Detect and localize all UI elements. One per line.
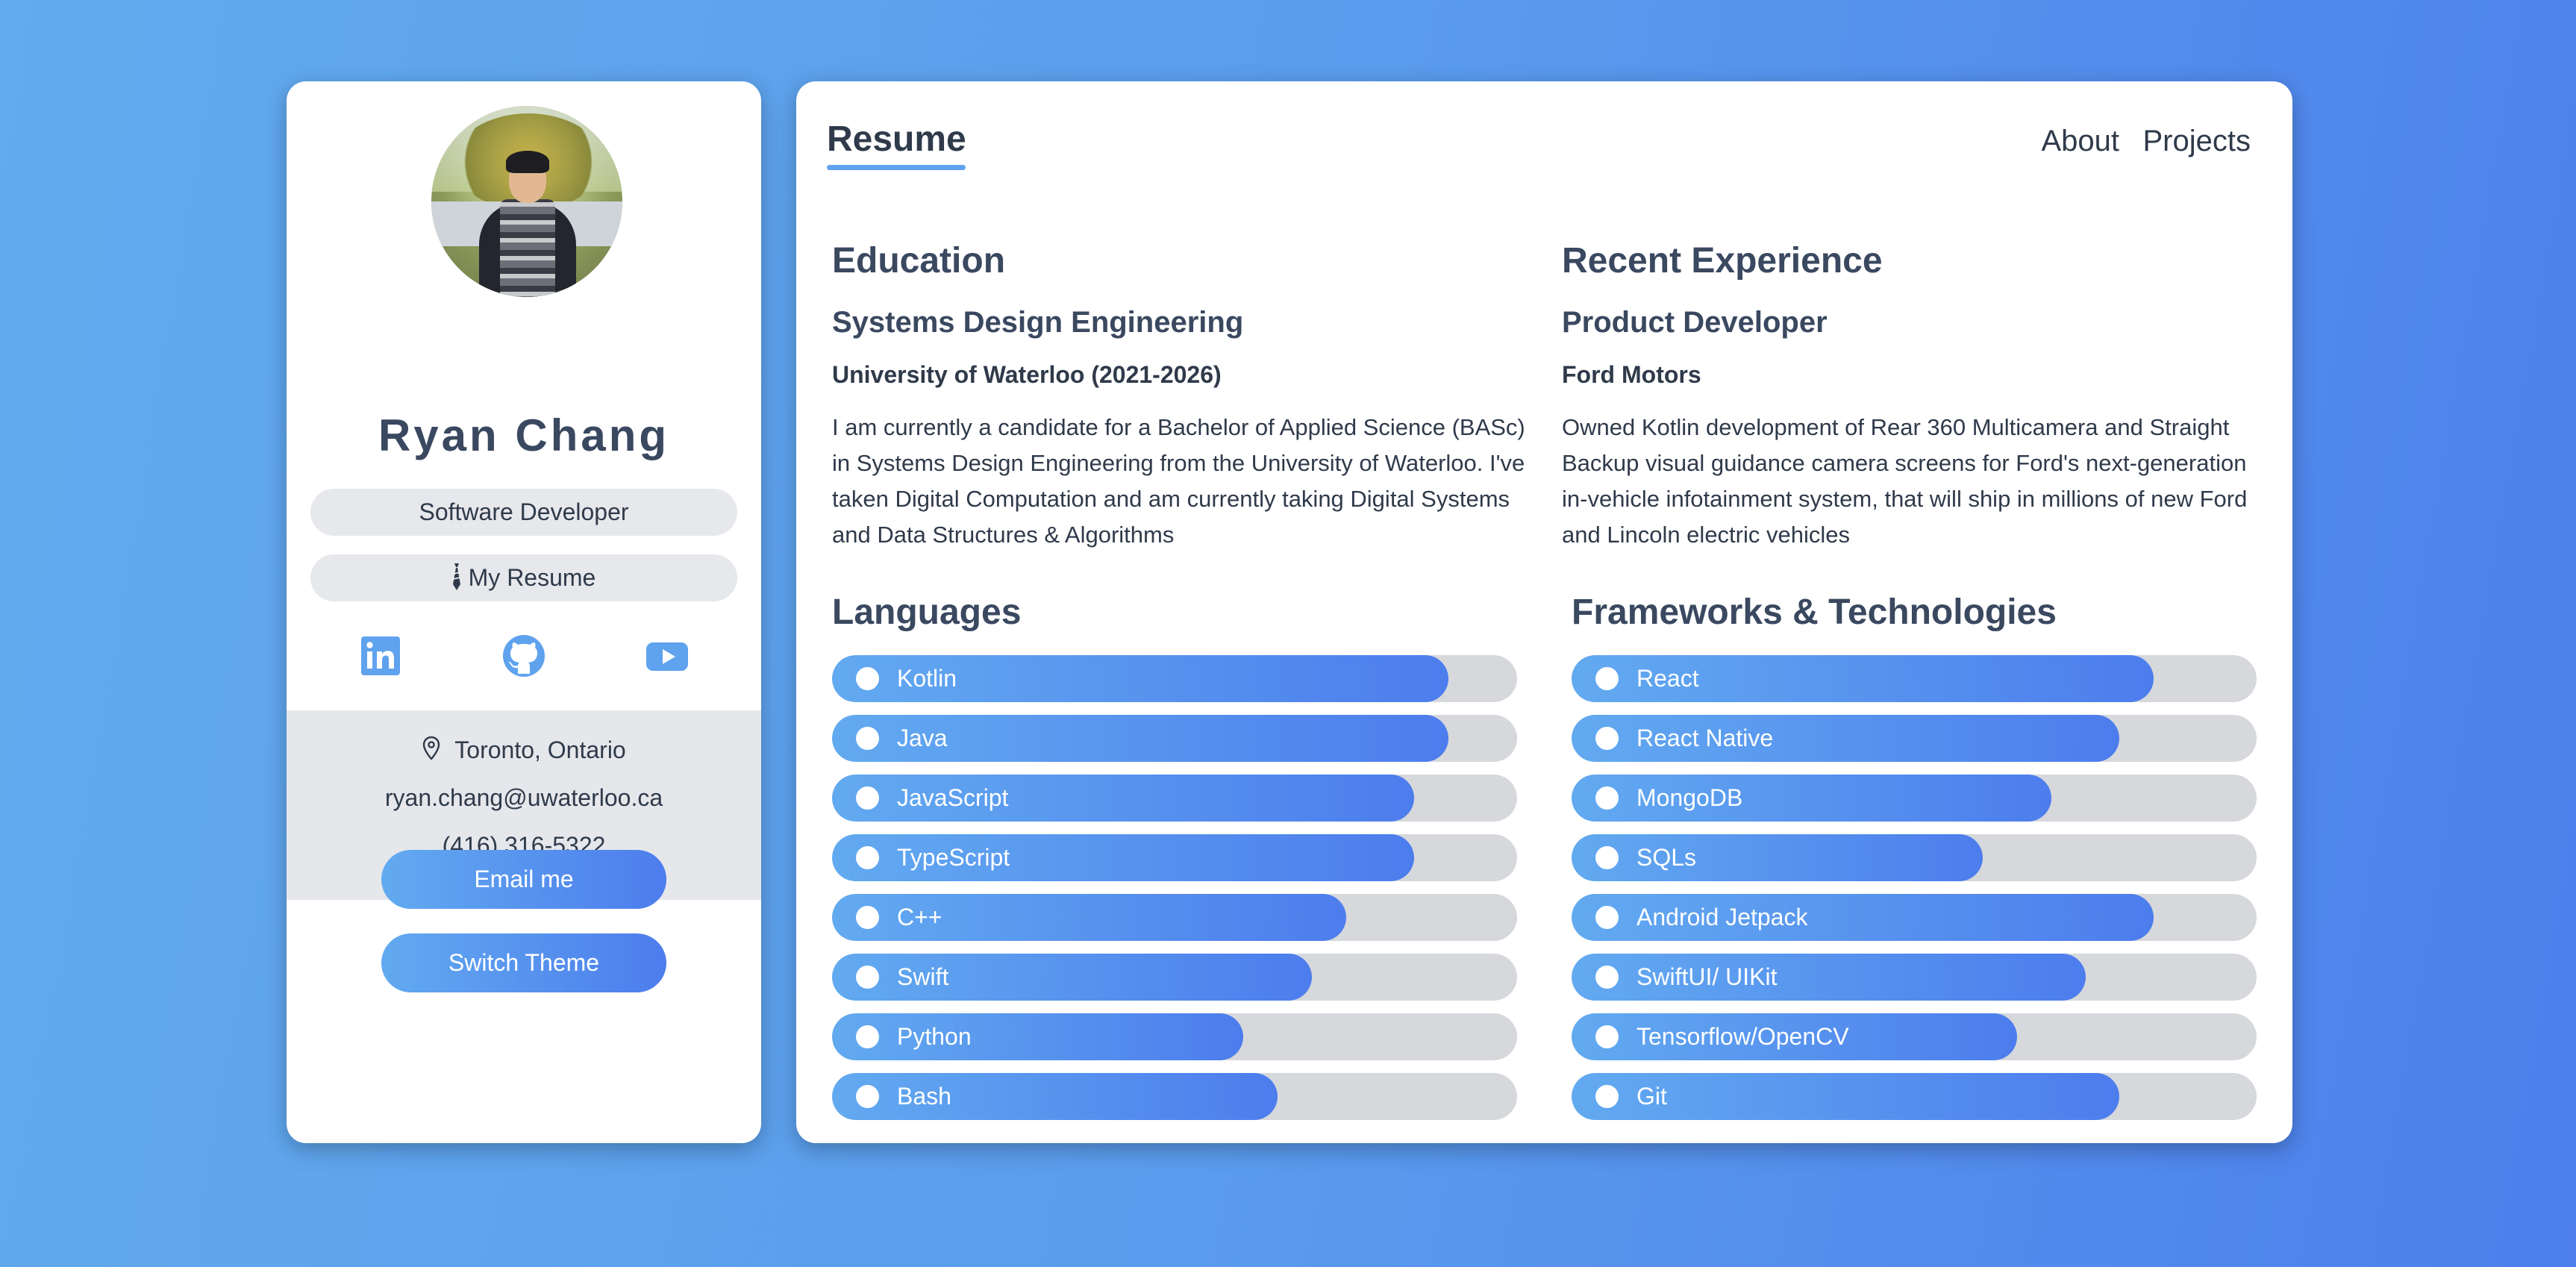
location-pin-icon <box>423 736 440 760</box>
education-description: I am currently a candidate for a Bachelo… <box>832 414 1525 548</box>
skill-dot-icon <box>1595 846 1619 869</box>
skill-dot-icon <box>856 1085 879 1108</box>
skill-bar: JavaScript <box>832 775 1517 822</box>
skill-label: SQLs <box>1636 844 1697 871</box>
skill-label: Tensorflow/OpenCV <box>1636 1023 1849 1050</box>
tab-resume[interactable]: Resume <box>827 119 966 160</box>
skill-bar: Python <box>832 1013 1517 1060</box>
skill-label: JavaScript <box>897 784 1009 811</box>
skill-bar: Kotlin <box>832 655 1517 702</box>
skill-dot-icon <box>1595 966 1619 989</box>
education-school: University of Waterloo (2021-2026) <box>832 361 1222 388</box>
skill-dot-icon <box>856 966 879 989</box>
languages-list: Kotlin Java JavaScript TypeScript C++ Swift Py… <box>832 655 1517 1133</box>
linkedin-icon[interactable] <box>357 632 404 680</box>
skill-bar: SQLs <box>1572 834 2257 881</box>
experience-title: Recent Experience <box>1562 241 1883 281</box>
skill-bar: MongoDB <box>1572 775 2257 822</box>
email-me-button[interactable]: Email me <box>381 850 666 909</box>
youtube-icon[interactable] <box>643 632 691 680</box>
switch-theme-button[interactable]: Switch Theme <box>381 933 666 992</box>
skill-level-fill <box>1572 834 1983 881</box>
skill-dot-icon <box>856 906 879 929</box>
skill-bar: Java <box>832 715 1517 762</box>
profile-card: Ryan Chang Software Developer My Resume <box>287 81 761 1143</box>
skill-label: React <box>1636 665 1699 692</box>
location: Toronto, Ontario <box>287 736 761 764</box>
active-tab-indicator <box>827 165 966 170</box>
skill-label: Bash <box>897 1083 951 1110</box>
skill-dot-icon <box>856 727 879 750</box>
skill-dot-icon <box>1595 667 1619 690</box>
my-resume-button[interactable]: My Resume <box>310 554 737 601</box>
skill-label: TypeScript <box>897 844 1010 871</box>
skill-label: React Native <box>1636 725 1774 751</box>
experience-company: Ford Motors <box>1562 361 1701 388</box>
github-icon[interactable] <box>500 632 548 680</box>
skill-bar: SwiftUI/ UIKit <box>1572 954 2257 1001</box>
skill-label: Git <box>1636 1083 1667 1110</box>
avatar <box>431 106 622 297</box>
skill-label: Python <box>897 1023 972 1050</box>
skill-label: SwiftUI/ UIKit <box>1636 963 1778 990</box>
skill-dot-icon <box>1595 1085 1619 1108</box>
profile-name: Ryan Chang <box>378 410 670 460</box>
skill-label: Kotlin <box>897 665 957 692</box>
nav-projects[interactable]: Projects <box>2143 125 2251 158</box>
skill-dot-icon <box>856 1025 879 1048</box>
skill-label: Swift <box>897 963 949 990</box>
education-title: Education <box>832 241 1006 281</box>
skill-level-fill <box>832 1013 1243 1060</box>
frameworks-title: Frameworks & Technologies <box>1572 592 2057 632</box>
education-program: Systems Design Engineering <box>832 306 1244 339</box>
skill-dot-icon <box>1595 906 1619 929</box>
experience-position: Product Developer <box>1562 306 1828 339</box>
email-address[interactable]: ryan.chang@uwaterloo.ca <box>287 784 761 812</box>
tie-icon <box>452 563 460 590</box>
skill-dot-icon <box>856 846 879 869</box>
skill-label: Android Jetpack <box>1636 904 1808 930</box>
location-text: Toronto, Ontario <box>454 736 626 763</box>
skill-label: Java <box>897 725 948 751</box>
skill-bar: C++ <box>832 894 1517 941</box>
skill-bar: React Native <box>1572 715 2257 762</box>
role-badge: Software Developer <box>310 489 737 536</box>
skill-label: MongoDB <box>1636 784 1743 811</box>
skill-dot-icon <box>1595 727 1619 750</box>
nav-about[interactable]: About <box>2041 125 2119 158</box>
skill-dot-icon <box>856 667 879 690</box>
skill-bar: Tensorflow/OpenCV <box>1572 1013 2257 1060</box>
skill-bar: React <box>1572 655 2257 702</box>
skill-dot-icon <box>1595 786 1619 810</box>
social-links <box>287 632 761 680</box>
experience-description: Owned Kotlin development of Rear 360 Mul… <box>1562 414 2248 548</box>
languages-title: Languages <box>832 592 1022 632</box>
skill-label: C++ <box>897 904 942 930</box>
skill-bar: Bash <box>832 1073 1517 1120</box>
skill-bar: TypeScript <box>832 834 1517 881</box>
skill-dot-icon <box>856 786 879 810</box>
skill-bar: Android Jetpack <box>1572 894 2257 941</box>
skill-dot-icon <box>1595 1025 1619 1048</box>
frameworks-list: React React Native MongoDB SQLs Android Jetp… <box>1572 655 2257 1133</box>
skill-bar: Swift <box>832 954 1517 1001</box>
resume-card: Resume About Projects Education Systems … <box>796 81 2292 1143</box>
my-resume-label: My Resume <box>468 564 596 591</box>
skill-bar: Git <box>1572 1073 2257 1120</box>
